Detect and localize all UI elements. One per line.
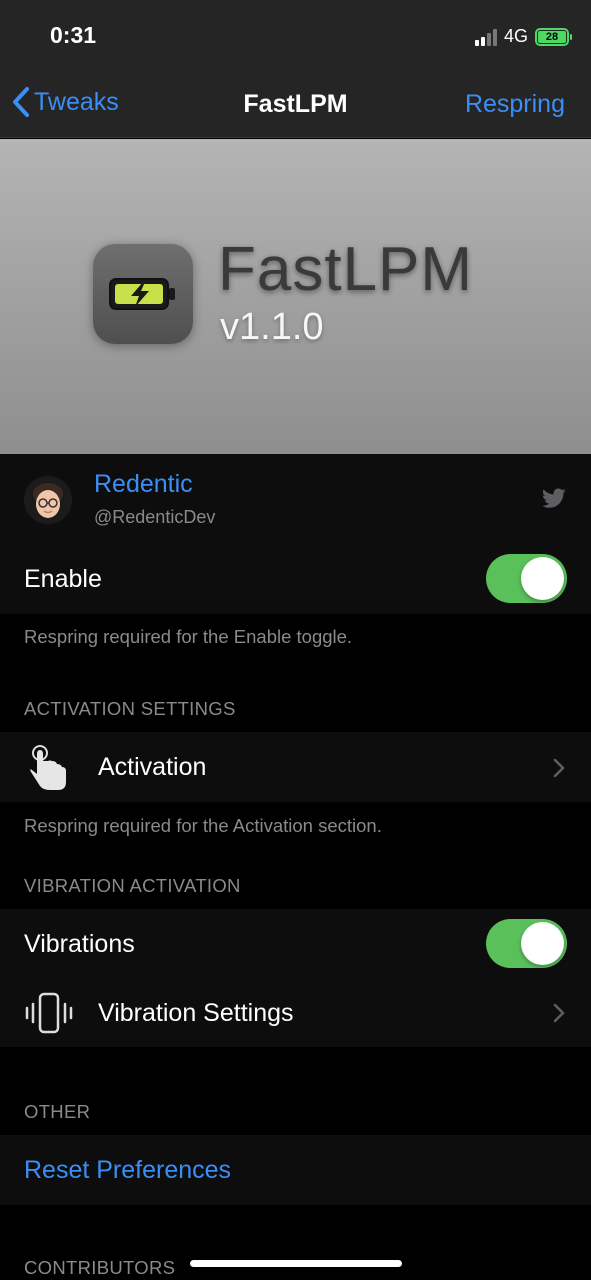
banner-title: FastLPM — [218, 235, 474, 304]
reset-preferences-button[interactable]: Reset Preferences — [24, 1156, 231, 1185]
enable-toggle[interactable] — [486, 554, 567, 603]
enable-row: Enable — [0, 544, 591, 614]
activation-footnote: Respring required for the Activation sec… — [24, 815, 382, 836]
reset-preferences-row[interactable]: Reset Preferences — [0, 1135, 591, 1205]
enable-label: Enable — [24, 565, 102, 593]
back-button-label: Tweaks — [34, 87, 119, 116]
developer-name: Redentic — [94, 470, 193, 498]
banner-version: v1.1.0 — [220, 306, 324, 348]
toggle-knob — [521, 922, 564, 965]
vibration-section-header: VIBRATION ACTIVATION — [24, 875, 241, 896]
cellular-signal-icon — [474, 28, 497, 46]
home-indicator[interactable] — [190, 1260, 402, 1267]
vibrating-phone-icon — [25, 992, 73, 1034]
avatar — [24, 476, 72, 524]
vibrations-toggle[interactable] — [486, 919, 567, 968]
activation-row[interactable]: Activation — [0, 732, 591, 802]
enable-footnote: Respring required for the Enable toggle. — [24, 626, 353, 647]
network-type: 4G — [503, 26, 528, 46]
status-indicators: 4G 28 — [474, 26, 572, 47]
developer-handle: @RedenticDev — [94, 507, 216, 527]
vibrations-label: Vibrations — [24, 930, 135, 958]
contributors-section-header: CONTRIBUTORS — [24, 1257, 176, 1278]
other-section-header: OTHER — [24, 1101, 91, 1122]
respring-button[interactable]: Respring — [465, 90, 565, 119]
vibration-settings-label: Vibration Settings — [98, 999, 294, 1027]
chevron-right-icon — [553, 758, 565, 778]
developer-cell[interactable]: Redentic @RedenticDev — [0, 454, 591, 544]
app-icon — [93, 244, 193, 344]
vibration-group: Vibrations Vibration Settings — [0, 909, 591, 1047]
toggle-knob — [521, 557, 564, 600]
battery-icon: 28 — [535, 27, 572, 46]
chevron-right-icon — [553, 1003, 565, 1023]
tap-hand-icon — [30, 745, 66, 790]
memoji-avatar-icon — [24, 476, 72, 524]
activation-section-header: ACTIVATION SETTINGS — [24, 698, 236, 719]
navigation-bar: Tweaks FastLPM Respring — [0, 70, 591, 138]
activation-label: Activation — [98, 753, 207, 781]
back-button[interactable]: Tweaks — [12, 86, 119, 118]
chevron-left-icon — [13, 87, 29, 117]
battery-charging-icon — [109, 278, 175, 310]
battery-level: 28 — [538, 30, 566, 43]
twitter-icon — [541, 488, 566, 508]
vibration-settings-row[interactable]: Vibration Settings — [0, 979, 591, 1047]
status-bar: 0:31 4G 28 — [0, 0, 591, 70]
status-time: 0:31 — [50, 22, 97, 48]
